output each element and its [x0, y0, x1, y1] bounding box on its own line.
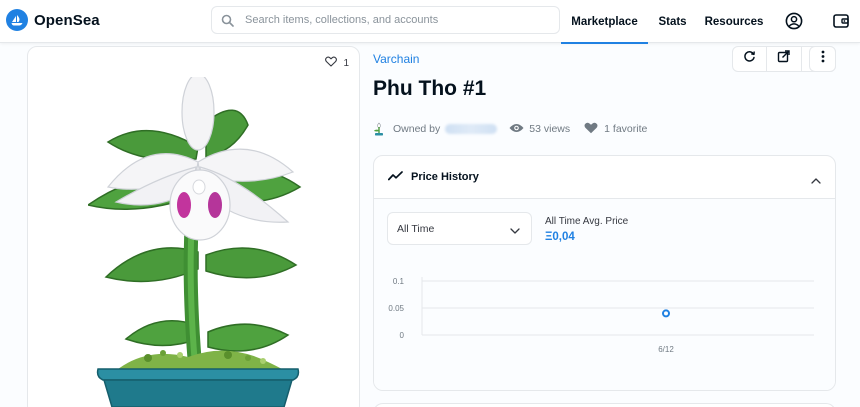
brand-name: OpenSea	[34, 11, 100, 29]
favorites-label: 1 favorite	[604, 123, 648, 135]
asset-title: Phu Tho #1	[373, 77, 487, 100]
heart-icon	[325, 54, 338, 72]
nav-stats[interactable]: Stats	[655, 0, 690, 43]
chart-y-tick-label: 0.1	[393, 277, 405, 286]
asset-meta-row: Owned by 53 views 1 favorite	[373, 121, 647, 137]
asset-artwork-orchid[interactable]	[88, 77, 308, 407]
price-history-body: All Time All Time Avg. Price Ξ0,04 0.1 0.…	[374, 199, 835, 390]
time-range-select[interactable]: All Time	[387, 212, 532, 245]
opensea-logo[interactable]: OpenSea	[6, 9, 100, 31]
price-history-title: Price History	[411, 171, 479, 183]
favorite-button[interactable]: 1	[325, 54, 349, 72]
opensea-logo-icon	[6, 9, 28, 31]
chart-y-tick-label: 0.05	[388, 304, 404, 313]
chart-points	[662, 309, 670, 318]
favorites-count[interactable]: 1 favorite	[584, 122, 647, 137]
open-external-button[interactable]	[767, 47, 802, 71]
refresh-icon	[743, 50, 756, 68]
more-vertical-icon	[821, 50, 825, 68]
search-bar[interactable]	[211, 6, 560, 34]
price-history-header[interactable]: Price History	[374, 156, 835, 199]
user-circle-icon[interactable]	[783, 10, 805, 32]
chevron-down-icon	[510, 225, 520, 237]
nav-marketplace[interactable]: Marketplace	[561, 0, 648, 44]
trend-line-icon	[387, 168, 403, 186]
external-link-icon	[777, 50, 791, 68]
time-range-value: All Time	[397, 222, 435, 235]
search-input[interactable]	[242, 8, 559, 32]
chart-data-point[interactable]	[662, 309, 670, 318]
owned-by-label: Owned by	[393, 123, 441, 135]
avg-price-label: All Time Avg. Price	[545, 216, 629, 227]
chart-grid	[421, 277, 814, 336]
more-options-button[interactable]	[809, 46, 836, 72]
views-count: 53 views	[509, 123, 570, 136]
avg-price-value: Ξ0,04	[545, 231, 575, 243]
eye-icon	[509, 123, 524, 136]
chevron-up-icon[interactable]	[811, 171, 821, 189]
wallet-icon[interactable]	[830, 10, 852, 32]
collection-link[interactable]: Varchain	[373, 52, 419, 66]
views-label: 53 views	[529, 123, 571, 135]
next-panel-edge	[373, 403, 836, 407]
chart-x-tick-label: 6/12	[658, 345, 674, 354]
chart-y-ticks: 0.1 0.05 0	[388, 277, 404, 340]
chart-y-tick-label: 0	[400, 331, 405, 340]
refresh-button[interactable]	[733, 47, 768, 71]
favorite-count: 1	[343, 57, 349, 69]
owner-address-link[interactable]	[445, 124, 498, 134]
top-navigation-bar: OpenSea Marketplace Stats Resources	[0, 0, 860, 44]
asset-image-card: 1	[27, 46, 360, 407]
price-history-panel: Price History All Time All Time Avg. Pri…	[373, 155, 836, 391]
heart-filled-icon	[584, 122, 598, 137]
owner-avatar-icon	[373, 122, 385, 136]
search-icon	[212, 14, 242, 27]
chart-x-ticks: 6/12	[658, 345, 674, 354]
price-history-chart: 0.1 0.05 0 6/12	[388, 277, 814, 354]
nav-resources[interactable]: Resources	[705, 0, 764, 43]
